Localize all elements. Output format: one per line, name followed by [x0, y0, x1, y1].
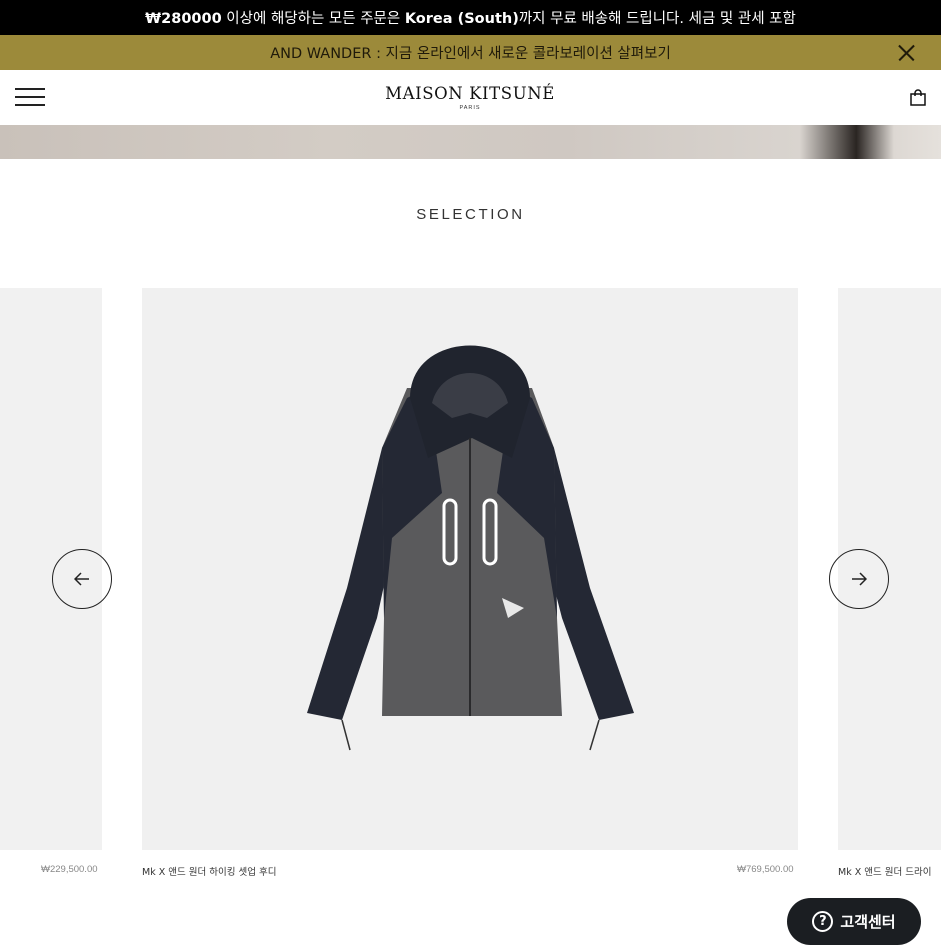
promo-country: Korea (South) — [404, 11, 519, 27]
question-icon: ? — [812, 911, 834, 932]
product-name-next[interactable]: Mk X 앤드 원더 드라이 — [838, 864, 931, 878]
customer-service-label: 고객센터 — [840, 913, 896, 931]
brand-logo[interactable]: MAISON KITSUNÉ PARIS — [370, 84, 570, 111]
promo-text-1: 이상에 해당하는 모든 주문은 — [221, 11, 405, 27]
promo-text: ₩280000 이상에 해당하는 모든 주문은 Korea (South)까지 … — [145, 7, 796, 28]
hamburger-menu-icon[interactable] — [15, 87, 45, 109]
promo-text-2: 까지 무료 배송해 드립니다. 세금 및 관세 포함 — [518, 11, 796, 27]
collab-banner-text[interactable]: AND WANDER : 지금 온라인에서 새로운 콜라보레이션 살펴보기 — [270, 42, 671, 63]
free-shipping-banner: ₩280000 이상에 해당하는 모든 주문은 Korea (South)까지 … — [0, 0, 941, 35]
customer-service-button[interactable]: ? 고객센터 — [787, 898, 921, 945]
product-price-prev: ₩229,500.00 — [41, 864, 98, 875]
close-icon[interactable] — [898, 44, 915, 61]
arrow-right-icon — [852, 572, 867, 586]
shopping-bag-icon[interactable] — [910, 89, 926, 106]
product-name-current[interactable]: Mk X 앤드 원더 하이킹 셋업 후디 — [142, 864, 276, 878]
logo-wordmark: MAISON KITSUNÉ — [385, 84, 555, 103]
site-header: MAISON KITSUNÉ PARIS — [0, 70, 941, 125]
collaboration-banner[interactable]: AND WANDER : 지금 온라인에서 새로운 콜라보레이션 살펴보기 — [0, 35, 941, 70]
hero-image-strip — [0, 125, 941, 159]
promo-amount: ₩280000 — [145, 11, 222, 27]
arrow-left-icon — [74, 572, 89, 586]
carousel-prev-button[interactable] — [52, 549, 112, 609]
logo-subtitle: PARIS — [459, 105, 481, 111]
product-price-current: ₩769,500.00 — [737, 864, 794, 875]
jacket-image — [307, 345, 634, 751]
section-title: SELECTION — [416, 206, 525, 223]
product-image-current[interactable] — [142, 288, 798, 850]
carousel-next-button[interactable] — [829, 549, 889, 609]
